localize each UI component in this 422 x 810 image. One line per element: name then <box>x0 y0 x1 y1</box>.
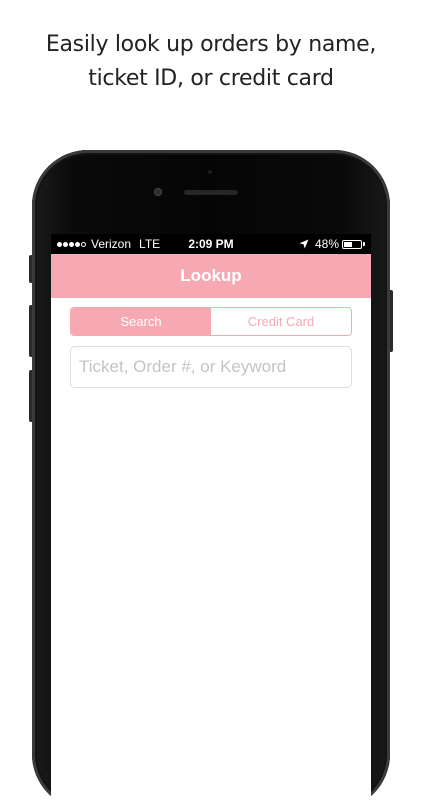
location-arrow-icon <box>299 239 309 249</box>
phone-frame: Verizon LTE 2:09 PM 48% Lookup Search Cr… <box>32 150 390 810</box>
navigation-bar: Lookup <box>51 254 371 298</box>
search-input[interactable] <box>71 347 351 387</box>
status-bar: Verizon LTE 2:09 PM 48% <box>51 234 371 254</box>
front-camera <box>154 188 162 196</box>
page-title: Lookup <box>180 266 242 285</box>
status-right: 48% <box>299 234 365 254</box>
caption-line-2: ticket ID, or credit card <box>88 66 334 91</box>
search-field-container <box>70 346 352 388</box>
app-screen: Verizon LTE 2:09 PM 48% Lookup Search Cr… <box>51 234 371 810</box>
battery-tip <box>363 242 365 246</box>
segment-search[interactable]: Search <box>71 308 211 335</box>
proximity-sensor <box>208 170 212 174</box>
battery-level-fill <box>344 241 352 247</box>
battery-icon <box>342 239 362 249</box>
marketing-caption: Easily look up orders by name, ticket ID… <box>0 28 422 96</box>
lookup-mode-segmented-control: Search Credit Card <box>70 307 352 336</box>
caption-line-1: Easily look up orders by name, <box>45 32 377 57</box>
battery-percentage: 48% <box>314 237 339 251</box>
segment-credit-card[interactable]: Credit Card <box>211 308 351 335</box>
earpiece-speaker <box>184 190 238 195</box>
